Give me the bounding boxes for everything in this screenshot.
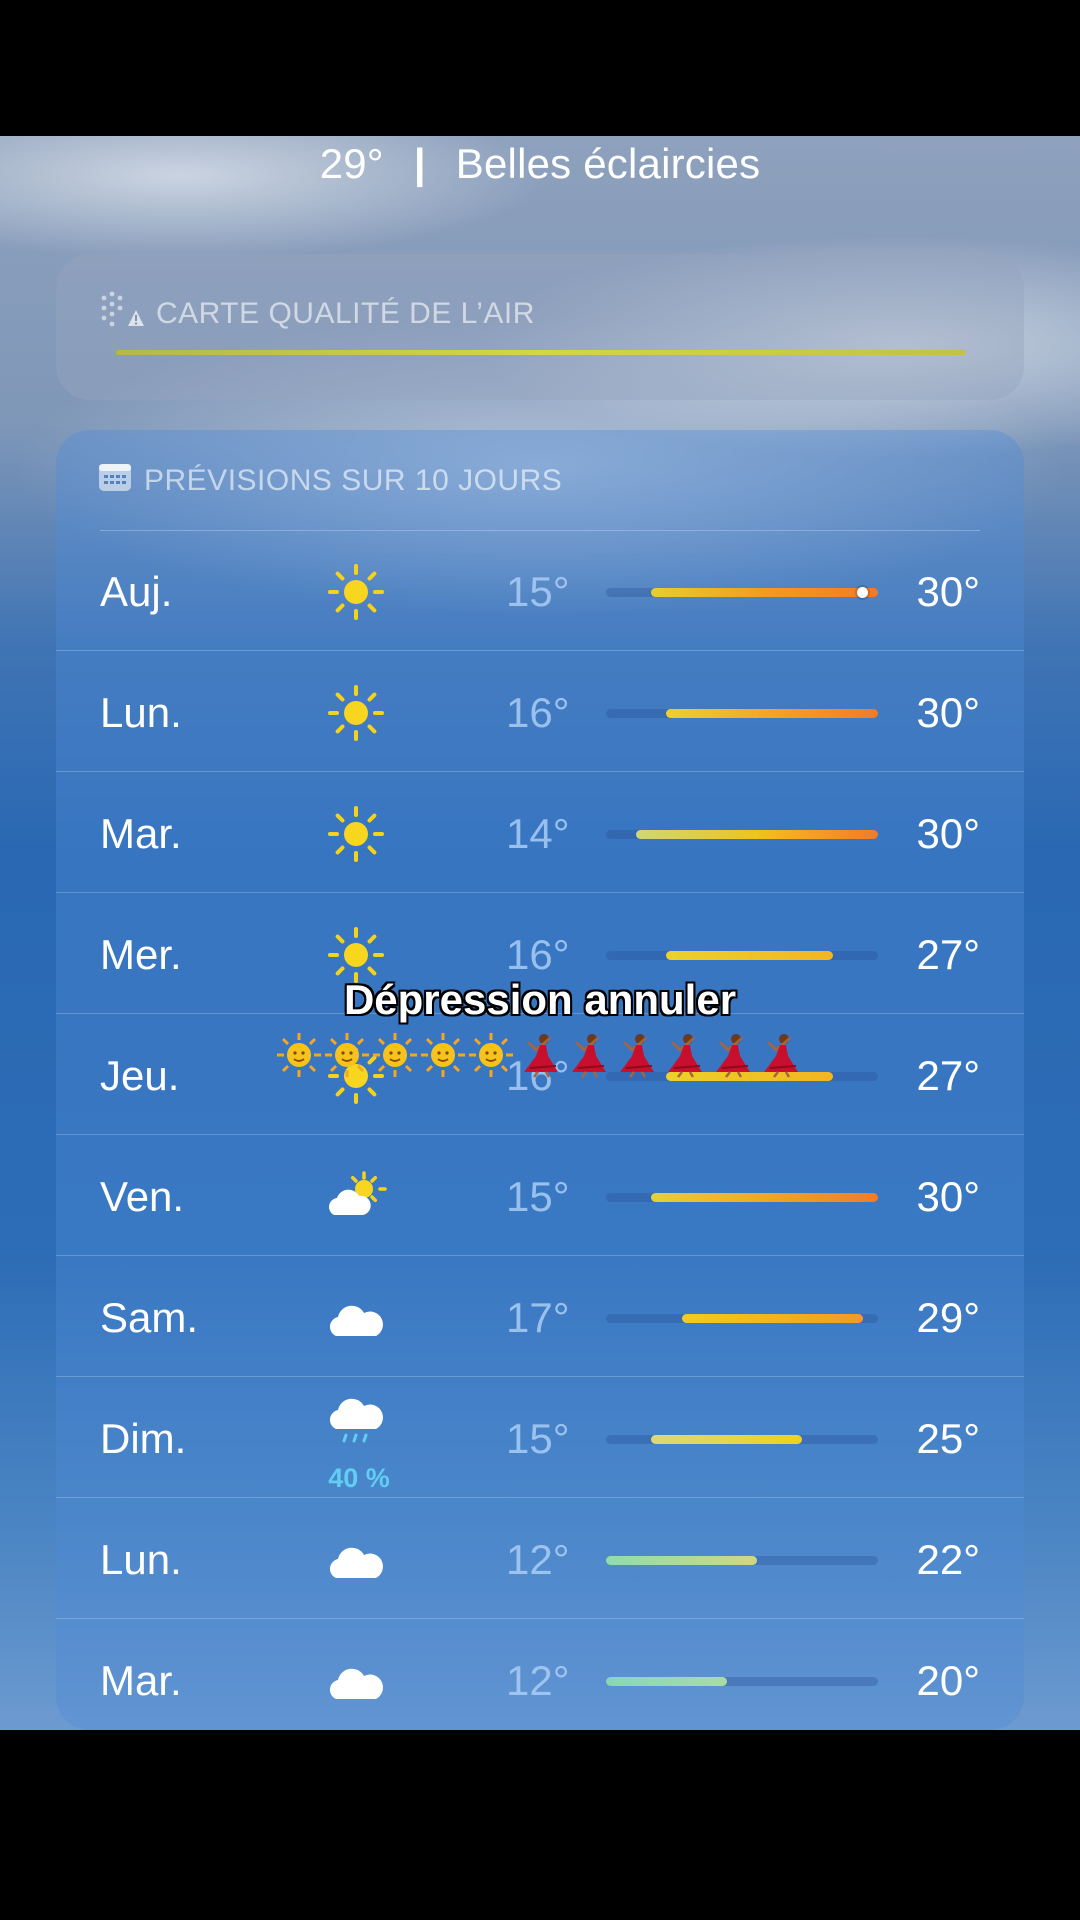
air-quality-bar xyxy=(116,350,966,355)
low-temperature: 16° xyxy=(506,931,570,978)
sun-icon xyxy=(324,681,388,745)
sun-face-emoji xyxy=(276,1032,322,1078)
day-label: Sam. xyxy=(100,1294,199,1341)
current-condition: Belles éclaircies xyxy=(455,140,761,187)
forecast-row[interactable]: Mar. 12° 20° xyxy=(56,1618,1024,1730)
dancer-emoji xyxy=(708,1032,754,1078)
forecast-row[interactable]: Dim. 40 % 15° 25° xyxy=(56,1376,1024,1497)
high-temperature: 30° xyxy=(916,568,980,615)
sun-face-emoji xyxy=(468,1032,514,1078)
day-label: Dim. xyxy=(100,1415,187,1462)
day-label: Auj. xyxy=(100,568,173,615)
emoji-sticker-row xyxy=(276,1032,802,1078)
low-temperature: 16° xyxy=(506,689,570,736)
forecast-card[interactable]: PRÉVISIONS SUR 10 JOURS Auj. 15° 30° Lun… xyxy=(56,430,1024,1730)
low-temperature: 12° xyxy=(506,1536,570,1583)
temperature-range-fill xyxy=(681,1314,863,1323)
low-temperature: 15° xyxy=(506,1173,570,1220)
sun-icon xyxy=(324,802,388,866)
dancer-emoji xyxy=(756,1032,802,1078)
cloud-icon xyxy=(324,1286,388,1350)
air-quality-title: CARTE QUALITÉ DE L’AIR xyxy=(156,297,535,330)
dancer-emoji xyxy=(660,1032,706,1078)
air-quality-card[interactable]: CARTE QUALITÉ DE L’AIR xyxy=(56,254,1024,400)
day-label: Ven. xyxy=(100,1173,185,1220)
video-caption: Dépression annuler xyxy=(343,976,737,1023)
low-temperature: 14° xyxy=(506,810,570,857)
forecast-row[interactable]: Auj. 15° 30° xyxy=(56,530,1024,650)
calendar-icon xyxy=(98,462,132,500)
weather-screen: 29° | Belles éclaircies CARTE QUALITÉ DE… xyxy=(0,136,1080,1730)
low-temperature: 15° xyxy=(506,568,570,615)
temperature-range-fill xyxy=(651,1435,803,1444)
low-temperature: 15° xyxy=(506,1415,570,1462)
high-temperature: 30° xyxy=(916,1173,980,1220)
temperature-range-fill xyxy=(651,588,878,597)
dancer-emoji xyxy=(516,1032,562,1078)
cloud-icon xyxy=(324,1528,388,1592)
dancer-emoji xyxy=(564,1032,610,1078)
current-conditions: 29° | Belles éclaircies xyxy=(0,136,1080,192)
high-temperature: 25° xyxy=(916,1415,980,1462)
forecast-header: PRÉVISIONS SUR 10 JOURS xyxy=(98,462,562,500)
high-temperature: 27° xyxy=(916,1052,980,1099)
temperature-range-fill xyxy=(651,1193,878,1202)
high-temperature: 20° xyxy=(916,1657,980,1704)
temperature-range-bar xyxy=(606,709,878,718)
separator: | xyxy=(413,140,426,187)
high-temperature: 30° xyxy=(916,810,980,857)
temperature-range-bar xyxy=(606,951,878,960)
temperature-range-bar xyxy=(606,830,878,839)
sun-face-emoji xyxy=(420,1032,466,1078)
temperature-range-fill xyxy=(606,1677,727,1686)
forecast-row[interactable]: Sam. 17° 29° xyxy=(56,1255,1024,1376)
high-temperature: 27° xyxy=(916,931,980,978)
temperature-range-bar xyxy=(606,1193,878,1202)
forecast-title: PRÉVISIONS SUR 10 JOURS xyxy=(144,464,563,497)
day-label: Lun. xyxy=(100,689,182,736)
air-quality-icon xyxy=(98,290,144,338)
forecast-row[interactable]: Lun. 12° 22° xyxy=(56,1497,1024,1618)
temperature-range-fill xyxy=(666,951,833,960)
temperature-range-bar xyxy=(606,1435,878,1444)
partly-cloudy-icon xyxy=(324,1165,388,1229)
day-label: Jeu. xyxy=(100,1052,180,1099)
low-temperature: 17° xyxy=(506,1294,570,1341)
temperature-range-fill xyxy=(606,1556,758,1565)
dancer-emoji xyxy=(612,1032,658,1078)
day-label: Mar. xyxy=(100,1657,182,1704)
sun-face-emoji xyxy=(372,1032,418,1078)
sun-face-emoji xyxy=(324,1032,370,1078)
high-temperature: 29° xyxy=(916,1294,980,1341)
temperature-range-bar xyxy=(606,1677,878,1686)
cloud-icon xyxy=(324,1649,388,1713)
low-temperature: 12° xyxy=(506,1657,570,1704)
high-temperature: 22° xyxy=(916,1536,980,1583)
forecast-row[interactable]: Mar. 14° 30° xyxy=(56,771,1024,892)
rain-cloud-icon xyxy=(324,1391,388,1455)
precipitation-chance: 40 % xyxy=(328,1463,390,1493)
temperature-range-bar xyxy=(606,1314,878,1323)
forecast-row[interactable]: Ven. 15° 30° xyxy=(56,1134,1024,1255)
temperature-range-bar xyxy=(606,1556,878,1565)
forecast-list: Auj. 15° 30° Lun. 16° 30° Mar. 14° 30° M… xyxy=(56,530,1024,1730)
day-label: Mer. xyxy=(100,931,182,978)
temperature-range-fill xyxy=(636,830,878,839)
current-temperature: 29° xyxy=(319,140,384,187)
sun-icon xyxy=(324,560,388,624)
temperature-range-fill xyxy=(666,709,878,718)
high-temperature: 30° xyxy=(916,689,980,736)
air-quality-header: CARTE QUALITÉ DE L’AIR xyxy=(98,290,535,338)
day-label: Lun. xyxy=(100,1536,182,1583)
temperature-range-bar xyxy=(606,587,878,598)
day-label: Mar. xyxy=(100,810,182,857)
forecast-row[interactable]: Lun. 16° 30° xyxy=(56,650,1024,771)
